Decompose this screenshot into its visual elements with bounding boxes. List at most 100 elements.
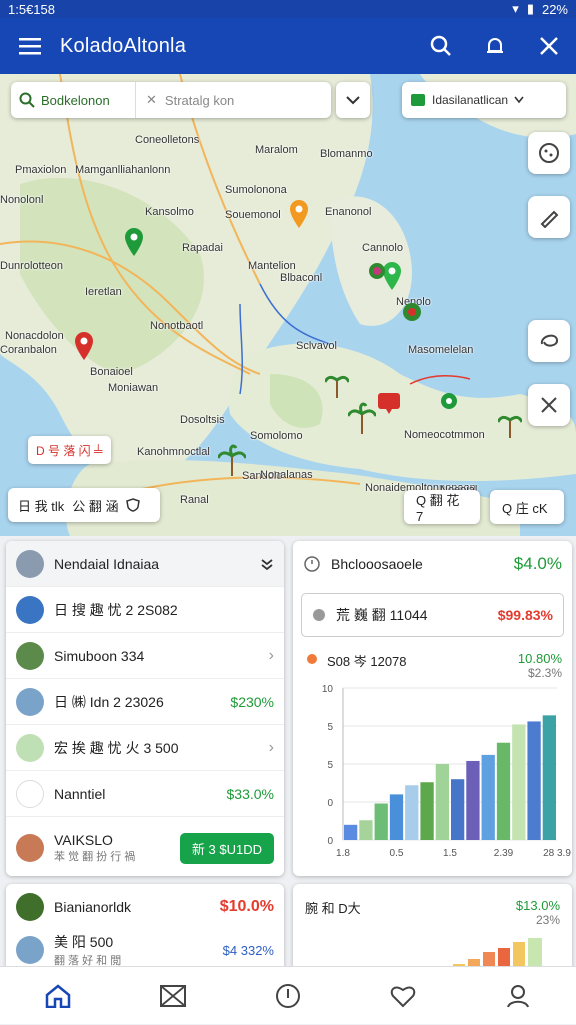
notifications-button[interactable] bbox=[468, 18, 522, 74]
map-label: Moniawan bbox=[108, 382, 159, 394]
map-chip[interactable]: Q 翻 花 7 bbox=[404, 490, 480, 524]
list-item-value: $33.0% bbox=[226, 785, 274, 802]
list-item[interactable]: 日 搜 趣 忧 2 2S082 bbox=[6, 587, 284, 633]
bar bbox=[527, 721, 541, 840]
search-query-text: Bodkelonon bbox=[41, 92, 110, 108]
map-label: Bonaioel bbox=[90, 366, 133, 378]
list-item[interactable]: VAIKSLO 苯 觉 翻 扮 行 禍 新 3 $U1DD bbox=[6, 817, 284, 876]
right-card-title: Bhclooosaoele bbox=[331, 556, 423, 572]
y-tick-label: 0 bbox=[327, 836, 333, 847]
map-badge[interactable]: D 号 落 闪 ╧ bbox=[28, 436, 111, 464]
action-button[interactable]: 新 3 $U1DD bbox=[179, 832, 274, 864]
left-card-header[interactable]: Nendaial Idnaiaa bbox=[6, 541, 284, 587]
bar bbox=[374, 803, 388, 840]
bar bbox=[405, 785, 419, 840]
legend-label: S08 岑 12078 bbox=[327, 654, 407, 669]
map-label: Cannolo bbox=[362, 242, 403, 254]
chevron-double-down-icon[interactable] bbox=[260, 557, 274, 571]
list-item[interactable]: Nanntiel $33.0% bbox=[6, 771, 284, 817]
highlight-box[interactable]: 荒 巍 翻 11044 $99.83% bbox=[301, 593, 564, 637]
list-item-label: 日 搜 趣 忧 2 2S082 bbox=[54, 601, 178, 618]
bottom-navigation bbox=[0, 966, 576, 1024]
list-item[interactable]: 宏 挨 趣 忧 火 3 500 › bbox=[6, 725, 284, 771]
map-label: Pmaxiolon bbox=[15, 164, 67, 176]
map-label: Mamganlliahanlonn bbox=[75, 164, 171, 176]
map-label: Nonotbaotl bbox=[150, 320, 204, 332]
avatar bbox=[16, 834, 44, 862]
list-item[interactable]: Simuboon 334 › bbox=[6, 633, 284, 679]
close-button[interactable] bbox=[522, 18, 576, 74]
bar bbox=[466, 760, 480, 840]
app-title: KoladoAltonla bbox=[60, 34, 187, 57]
wifi-icon: ▾ bbox=[512, 1, 519, 16]
palm-tree-icon bbox=[218, 444, 246, 476]
flower-icon bbox=[369, 263, 385, 279]
map-label: Ranal bbox=[180, 494, 209, 506]
map-view[interactable]: Coneolletons Maralom Mamganlliahanlonn B… bbox=[0, 74, 576, 536]
map-label: Ieretlan bbox=[85, 286, 122, 298]
map-label: Kansolmo bbox=[145, 206, 194, 218]
map-pin-orange[interactable] bbox=[289, 200, 309, 228]
nav-home[interactable] bbox=[28, 967, 88, 1025]
avatar bbox=[16, 687, 44, 716]
layer-select[interactable]: Idasilanatlican bbox=[402, 82, 566, 118]
map-pin-red[interactable] bbox=[74, 332, 94, 360]
bar bbox=[542, 715, 556, 840]
menu-button[interactable] bbox=[0, 18, 60, 74]
search-input[interactable]: ✕ Stratalg kon bbox=[136, 92, 331, 108]
clock-icon bbox=[304, 556, 320, 572]
avatar bbox=[16, 641, 44, 670]
bottom-left-card: Bianianorldk $10.0% 美 阳 500 翻 落 好 和 閲 $4… bbox=[6, 884, 284, 974]
nav-activity[interactable] bbox=[258, 967, 318, 1025]
map-search-box[interactable]: Bodkelonon ✕ Stratalg kon bbox=[11, 82, 331, 118]
map-marker-green[interactable] bbox=[440, 392, 458, 410]
list-item-label: Nanntiel bbox=[54, 785, 106, 802]
lasso-button[interactable] bbox=[528, 320, 570, 362]
map-label: Nonalanas bbox=[260, 469, 313, 481]
bar bbox=[389, 794, 404, 840]
right-card-value: $4.0% bbox=[513, 554, 562, 573]
heart-icon bbox=[390, 986, 416, 1007]
nav-messages[interactable] bbox=[143, 967, 203, 1025]
search-query[interactable]: Bodkelonon bbox=[11, 82, 136, 118]
nav-favorites[interactable] bbox=[373, 967, 433, 1025]
clear-icon[interactable]: ✕ bbox=[146, 92, 157, 108]
draw-button[interactable] bbox=[528, 196, 570, 238]
palm-tree-icon bbox=[348, 402, 376, 434]
layers-icon bbox=[411, 94, 425, 106]
map-label: Nonolonl bbox=[0, 194, 44, 206]
status-battery: 22% bbox=[541, 1, 568, 17]
search-button[interactable] bbox=[414, 18, 468, 74]
chevron-right-icon: › bbox=[268, 646, 274, 664]
map-pin-green[interactable] bbox=[124, 228, 144, 256]
list-item[interactable]: Bianianorldk $10.0% bbox=[6, 884, 284, 930]
profile-icon bbox=[507, 984, 530, 1007]
list-item[interactable]: 日 ㈱ Idn 2 23026 $230% bbox=[6, 679, 284, 725]
map-label: Sclvavol bbox=[296, 340, 337, 352]
search-placeholder: Stratalg kon bbox=[164, 92, 235, 108]
search-dropdown-button[interactable] bbox=[336, 82, 370, 118]
y-tick-label: 5 bbox=[327, 722, 333, 733]
home-icon bbox=[45, 983, 70, 1008]
card-value: $13.0% bbox=[515, 898, 560, 913]
map-filter-pill[interactable]: 日 我 tlk 公 翻 涵 bbox=[8, 488, 160, 522]
x-tick-label: 1.5 bbox=[443, 848, 457, 859]
lasso-icon bbox=[540, 334, 558, 347]
list-item[interactable]: 美 阳 500 翻 落 好 和 閲 $4 332% bbox=[6, 930, 284, 970]
map-label: Rapadai bbox=[182, 242, 223, 254]
status-bar: 1:5€158 ▾ ▮ 22% bbox=[0, 0, 576, 18]
map-marker-red[interactable] bbox=[377, 392, 401, 414]
list-item-label: Bianianorldk bbox=[54, 899, 132, 915]
list-item-value: $4 332% bbox=[222, 942, 274, 958]
highlight-value: $99.83% bbox=[497, 607, 553, 623]
chevron-down-icon bbox=[346, 96, 360, 105]
map-label: Blbaconl bbox=[280, 272, 323, 284]
map-close-button[interactable] bbox=[528, 384, 570, 426]
x-tick-label: 1.8 bbox=[336, 848, 350, 859]
hamburger-icon bbox=[19, 38, 41, 55]
map-chip[interactable]: Q 庄 cK bbox=[490, 490, 564, 524]
nav-profile[interactable] bbox=[488, 967, 548, 1025]
locate-button[interactable] bbox=[528, 132, 570, 174]
map-label: Nomeocotmmon bbox=[404, 429, 485, 441]
pill-label: 日 我 tlk bbox=[18, 498, 65, 514]
